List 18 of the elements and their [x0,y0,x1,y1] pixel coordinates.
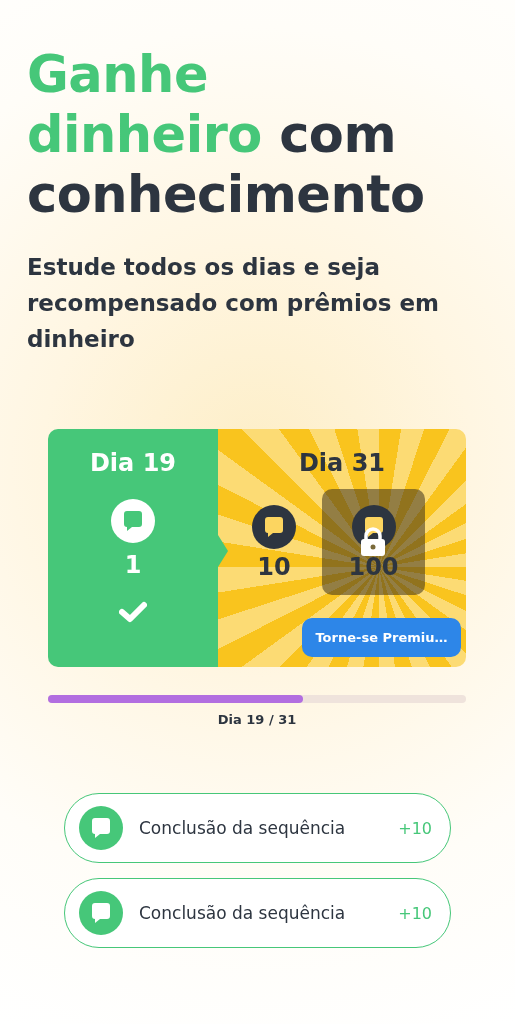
reward-points: +10 [398,818,432,838]
progress-label: Dia 19 / 31 [217,712,297,727]
reward-amount: 10 [257,555,291,579]
lock-icon [360,527,386,557]
headline: Ganhe dinheiro com conhecimento [27,45,426,225]
coin-icon [79,806,123,850]
coin-icon [252,505,296,549]
day-label: Dia 31 [298,451,386,475]
coin-icon [111,499,155,543]
reward-label: Conclusão da sequência [139,903,347,923]
reward-amount: 100 [348,555,399,579]
subtitle: Estude todos os dias e seja recompensado com prêmios em dinheiro [27,253,440,354]
coin-icon [79,891,123,935]
reward-amount: 1 [124,553,142,577]
reward-label: Conclusão da sequência [139,818,347,838]
day-label: Dia 19 [89,451,177,475]
reward-points: +10 [398,903,432,923]
premium-button[interactable]: Torne-se Premiu… [302,618,461,657]
